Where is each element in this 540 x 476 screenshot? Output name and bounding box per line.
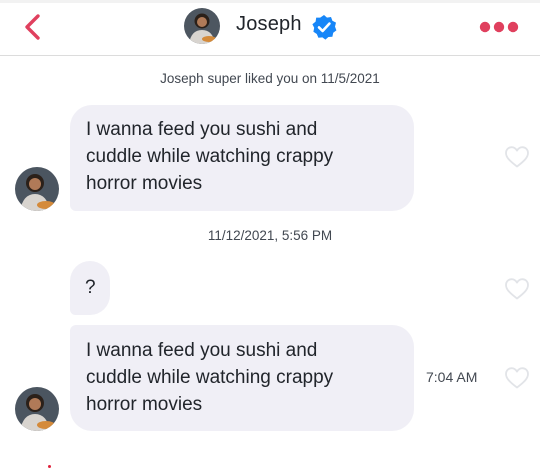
verified-badge-icon	[312, 15, 337, 40]
super-like-notice: Joseph super liked you on 11/5/2021	[160, 71, 380, 86]
message-line: horror movies	[86, 173, 203, 194]
more-options-button[interactable]	[478, 18, 520, 36]
heart-icon	[505, 146, 529, 168]
message-bubble[interactable]: I wanna feed you sushi and cuddle while …	[70, 105, 414, 211]
chevron-left-icon	[25, 14, 40, 40]
back-button[interactable]	[22, 12, 46, 42]
sender-avatar[interactable]	[15, 387, 59, 431]
timestamp-divider: 11/12/2021, 5:56 PM	[207, 228, 333, 243]
contact-name[interactable]: Joseph	[236, 13, 302, 36]
chat-header: Joseph	[0, 0, 540, 56]
status-strip	[0, 0, 540, 3]
message-line: horror movies	[86, 394, 203, 415]
verified-badge	[311, 14, 337, 40]
header-avatar[interactable]	[184, 8, 220, 44]
more-dots-icon	[479, 21, 519, 33]
message-line: I wanna feed you sushi and	[86, 340, 318, 361]
message-time: 7:04 AM	[426, 369, 478, 385]
like-message-button[interactable]	[504, 366, 530, 390]
heart-icon	[505, 278, 529, 300]
message-bubble[interactable]: ?	[70, 261, 110, 315]
like-message-button[interactable]	[504, 145, 530, 169]
message-thread[interactable]: Joseph super liked you on 11/5/2021 I wa…	[0, 57, 540, 476]
heart-icon	[505, 367, 529, 389]
message-line: cuddle while watching crappy	[86, 367, 334, 388]
message-line: ?	[85, 277, 96, 298]
message-line: cuddle while watching crappy	[86, 146, 334, 167]
sender-avatar[interactable]	[15, 167, 59, 211]
indicator-dot	[48, 465, 51, 468]
message-line: I wanna feed you sushi and	[86, 119, 318, 140]
message-bubble[interactable]: I wanna feed you sushi and cuddle while …	[70, 325, 414, 431]
like-message-button[interactable]	[504, 277, 530, 301]
